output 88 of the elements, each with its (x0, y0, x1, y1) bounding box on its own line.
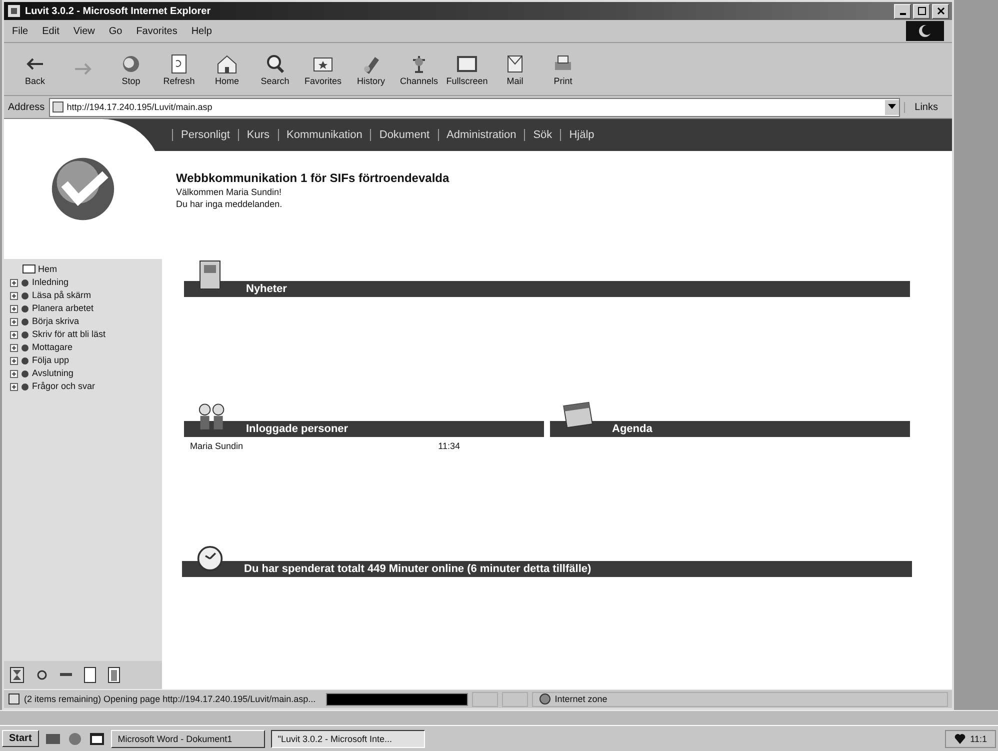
toolbar-button[interactable]: Fullscreen (446, 52, 488, 86)
toolbar-button[interactable]: Print (542, 52, 584, 86)
section-header: Nyheter (184, 281, 910, 297)
tree-item[interactable]: Inledning (10, 277, 156, 288)
toolbar-button[interactable]: Mail (494, 52, 536, 86)
browser-icon[interactable] (66, 732, 83, 746)
tree-item[interactable]: Frågor och svar (10, 381, 156, 392)
desktop-icon[interactable] (44, 732, 61, 746)
page-icon (52, 101, 64, 113)
expand-icon[interactable] (10, 316, 18, 326)
clock-text: 11:1 (970, 734, 987, 744)
home-icon (215, 52, 239, 74)
browser-logo-icon (906, 21, 944, 41)
status-text: (2 items remaining) Opening page http://194.17.240.195/Luvit/main.asp... (24, 694, 316, 704)
toolbar-button[interactable]: Refresh (158, 52, 200, 86)
page-icon (8, 693, 20, 706)
globe-icon (538, 693, 551, 706)
toolbar-button[interactable]: Search (254, 52, 296, 86)
address-label: Address (8, 102, 45, 112)
page-icon[interactable] (84, 667, 96, 684)
heart-icon (954, 732, 966, 745)
toolbar-button[interactable]: Favorites (302, 52, 344, 86)
tree-item[interactable]: Börja skriva (10, 316, 156, 327)
section-header: Du har spenderat totalt 449 Minuter online (6 minuter detta tillfälle) (182, 561, 912, 577)
door-icon[interactable] (108, 667, 120, 684)
browser-icon (7, 4, 21, 18)
tree-item[interactable]: Skriv för att bli läst (10, 329, 156, 340)
toolbar-button[interactable]: History (350, 52, 392, 86)
zone-text: Internet zone (554, 694, 608, 704)
close-button[interactable] (932, 4, 949, 18)
section-header: Agenda (550, 421, 910, 437)
minimize-button[interactable] (894, 4, 911, 18)
login-time: 11:34 (438, 441, 460, 451)
menu-item[interactable]: Go (108, 26, 122, 36)
section-header: Inloggade personer (184, 421, 544, 437)
expand-icon[interactable] (10, 330, 18, 340)
toolbar-button[interactable]: Stop (110, 52, 152, 86)
hourglass-icon[interactable] (10, 667, 24, 684)
menu-item[interactable]: Help (191, 26, 212, 36)
menu-item[interactable]: View (73, 26, 95, 36)
nav-link[interactable]: Administration (438, 129, 524, 141)
circle-icon[interactable] (36, 669, 48, 682)
toolbar-button[interactable]: Home (206, 52, 248, 86)
nav-link[interactable]: Kommunikation (278, 129, 370, 141)
tree-item[interactable]: Läsa på skärm (10, 290, 156, 301)
tree-item[interactable]: Planera arbetet (10, 303, 156, 314)
expand-icon[interactable] (10, 278, 18, 288)
expand-icon[interactable] (10, 356, 18, 366)
taskbar-button[interactable]: "Luvit 3.0.2 - Microsoft Inte... (270, 730, 425, 748)
taskbar-button[interactable]: Microsoft Word - Dokument1 (110, 730, 265, 748)
expand-icon[interactable] (10, 382, 18, 392)
expand-icon[interactable] (10, 290, 18, 300)
page-icon (22, 263, 36, 275)
window-icon[interactable] (88, 732, 105, 746)
minimize-icon (900, 13, 906, 15)
tree-item[interactable]: Mottagare (10, 342, 156, 353)
toolbar-button[interactable]: Back (14, 52, 56, 86)
checkmark-logo (49, 155, 117, 223)
nav-link[interactable]: Sök (524, 129, 560, 141)
address-field[interactable]: http://194.17.240.195/Luvit/main.asp (48, 98, 900, 116)
tree-item[interactable]: Avslutning (10, 368, 156, 379)
maximize-icon (916, 6, 926, 16)
tree-item[interactable]: Hem (10, 263, 156, 275)
user-name: Maria Sundin (190, 441, 244, 451)
nav-link[interactable]: Personligt (172, 129, 238, 141)
page-heading: Webbkommunikation 1 för SIFs förtroendevalda (176, 171, 450, 185)
nav-link[interactable]: Hjälp (560, 129, 602, 141)
menu-item[interactable]: Favorites (136, 26, 178, 36)
toolbar-button[interactable]: Channels (398, 52, 440, 86)
nav-link[interactable]: Kurs (238, 129, 278, 141)
links-button[interactable]: Links (904, 102, 948, 112)
status-panel (472, 692, 498, 707)
menu-item[interactable]: Edit (42, 26, 60, 36)
menu-item[interactable]: File (12, 26, 28, 36)
dropdown-button[interactable] (884, 100, 899, 114)
maximize-button[interactable] (913, 4, 930, 18)
close-icon (936, 6, 946, 16)
expand-icon[interactable] (10, 304, 18, 314)
expand-icon[interactable] (10, 342, 18, 352)
expand-icon[interactable] (10, 368, 18, 378)
nav-link[interactable]: Dokument (370, 129, 438, 141)
window-title: Luvit 3.0.2 - Microsoft Internet Explorer (25, 6, 211, 16)
start-button[interactable]: Start (2, 730, 39, 748)
caret-icon (888, 104, 896, 110)
status-panel (502, 692, 528, 707)
welcome-text: Välkommen Maria Sundin! (176, 187, 283, 197)
messages-text: Du har inga meddelanden. (176, 199, 284, 209)
tree-item[interactable]: Följa upp (10, 355, 156, 366)
